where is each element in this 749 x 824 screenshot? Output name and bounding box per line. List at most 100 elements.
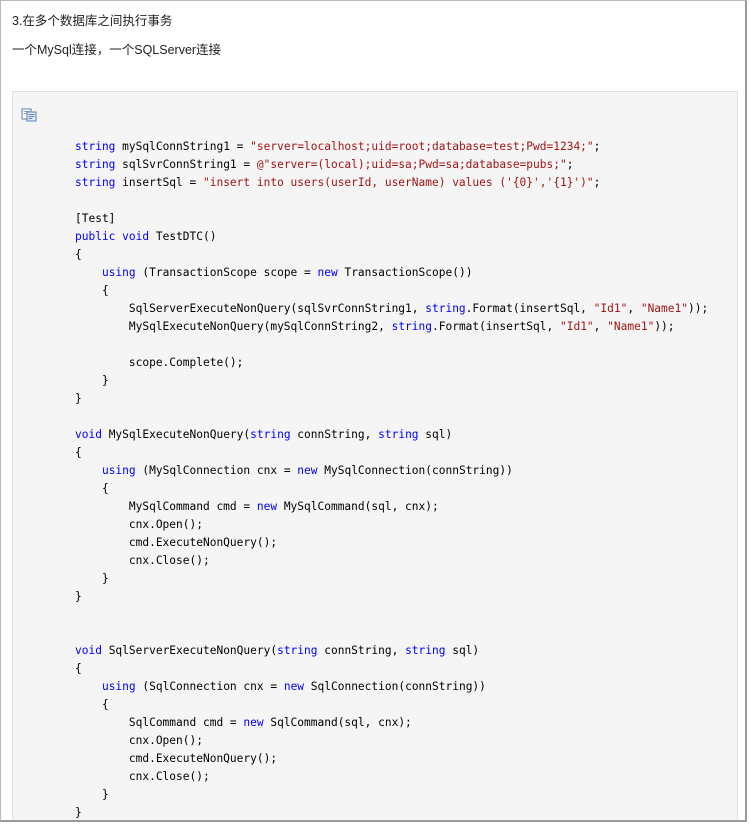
code-keyword: string (378, 428, 419, 441)
screenshot-frame: 3.在多个数据库之间执行事务 一个MySql连接，一个SQLServer连接 s… (0, 0, 747, 822)
code-text: { (75, 446, 82, 459)
code-text: } (75, 590, 82, 603)
code-text: sqlSvrConnString1 = (115, 158, 257, 171)
code-block: string mySqlConnString1 = "server=localh… (12, 91, 738, 820)
section-subheading: 一个MySql连接，一个SQLServer连接 (12, 43, 222, 57)
code-text: SqlCommand(sql, cnx); (263, 716, 412, 729)
code-line: string mySqlConnString1 = "server=localh… (75, 138, 708, 156)
code-text: { (75, 248, 82, 261)
code-line: [Test] (75, 210, 708, 228)
code-text: TestDTC() (149, 230, 217, 243)
code-keyword: new (317, 266, 338, 279)
code-text: { (75, 698, 109, 711)
code-string: "server=localhost;uid=root;database=test… (250, 140, 594, 153)
code-text: ; (566, 158, 574, 171)
code-line: cnx.Close(); (75, 552, 708, 570)
code-line: SqlServerExecuteNonQuery(sqlSvrConnStrin… (75, 300, 708, 318)
code-line: { (75, 282, 708, 300)
code-line: string insertSql = "insert into users(us… (75, 174, 708, 192)
code-line: } (75, 588, 708, 606)
code-keyword: string (405, 644, 446, 657)
code-string: "Name1" (607, 320, 655, 333)
code-line: { (75, 444, 708, 462)
code-line: using (MySqlConnection cnx = new MySqlCo… (75, 462, 708, 480)
code-text: cnx.Close(); (75, 554, 210, 567)
code-keyword: string (425, 302, 466, 315)
code-text: cmd.ExecuteNonQuery(); (75, 536, 278, 549)
code-line: SqlCommand cmd = new SqlCommand(sql, cnx… (75, 714, 708, 732)
code-text: cnx.Open(); (75, 518, 203, 531)
code-keyword: public (75, 230, 116, 243)
code-text: MySqlCommand(sql, cnx); (277, 500, 439, 513)
code-text: MySqlCommand cmd = (75, 500, 257, 513)
code-line: cmd.ExecuteNonQuery(); (75, 534, 708, 552)
code-text: SqlServerExecuteNonQuery( (101, 644, 278, 657)
code-text: (MySqlConnection cnx = (135, 464, 298, 477)
code-text: .Format(insertSql, (432, 320, 560, 333)
code-keyword: using (101, 680, 136, 693)
code-line: { (75, 480, 708, 498)
code-line: cnx.Open(); (75, 516, 708, 534)
code-keyword: string (75, 176, 116, 189)
code-keyword: using (101, 266, 136, 279)
code-text: cmd.ExecuteNonQuery(); (75, 752, 278, 765)
code-text: SqlCommand cmd = (75, 716, 244, 729)
code-line: } (75, 390, 708, 408)
code-text: cnx.Open(); (75, 734, 203, 747)
code-text: SqlConnection(connString)) (304, 680, 486, 693)
code-string: "Id1" (593, 302, 628, 315)
code-text: MySqlExecuteNonQuery(mySqlConnString2, (75, 320, 392, 333)
code-line: } (75, 372, 708, 390)
code-text: } (75, 572, 109, 585)
code-line: void SqlServerExecuteNonQuery(string con… (75, 642, 708, 660)
code-text: )); (687, 302, 709, 315)
code-text: } (75, 374, 109, 387)
code-line: string sqlSvrConnString1 = @"server=(loc… (75, 156, 708, 174)
code-keyword: new (243, 716, 264, 729)
copy-code-icon[interactable] (21, 108, 37, 122)
code-keyword: void (122, 230, 150, 243)
code-text: .Format(insertSql, (465, 302, 594, 315)
code-text: insertSql = (115, 176, 203, 189)
code-line: void MySqlExecuteNonQuery(string connStr… (75, 426, 708, 444)
code-line: } (75, 804, 708, 820)
code-text: [Test] (75, 212, 116, 225)
code-string: "Name1" (640, 302, 688, 315)
code-line: cnx.Close(); (75, 768, 708, 786)
code-keyword: new (297, 464, 318, 477)
code-line: using (TransactionScope scope = new Tran… (75, 264, 708, 282)
code-listing: string mySqlConnString1 = "server=localh… (75, 138, 708, 820)
code-keyword: string (391, 320, 432, 333)
code-text: sql) (418, 428, 453, 441)
code-string: "insert into users(userId, userName) val… (202, 176, 594, 189)
code-keyword: string (277, 644, 318, 657)
code-text: SqlServerExecuteNonQuery(sqlSvrConnStrin… (75, 302, 426, 315)
code-keyword: new (283, 680, 305, 693)
code-text: } (75, 788, 109, 801)
code-text: )); (654, 320, 675, 333)
code-keyword: string (250, 428, 291, 441)
code-line: using (SqlConnection cnx = new SqlConnec… (75, 678, 708, 696)
code-keyword: void (75, 644, 102, 657)
code-string: "Id1" (559, 320, 594, 333)
code-line: } (75, 570, 708, 588)
code-line: { (75, 660, 708, 678)
code-line: MySqlCommand cmd = new MySqlCommand(sql,… (75, 498, 708, 516)
code-text: connString, (290, 428, 379, 441)
code-text: mySqlConnString1 = (115, 140, 251, 153)
code-text: TransactionScope()) (337, 266, 473, 279)
code-text: MySqlConnection(connString)) (317, 464, 513, 477)
code-line: { (75, 696, 708, 714)
code-keyword: string (75, 140, 116, 153)
section-heading: 3.在多个数据库之间执行事务 (12, 14, 173, 28)
code-line: public void TestDTC() (75, 228, 708, 246)
code-text: , (627, 302, 641, 315)
code-text: , (593, 320, 608, 333)
code-keyword: using (101, 464, 136, 477)
code-text: connString, (317, 644, 406, 657)
